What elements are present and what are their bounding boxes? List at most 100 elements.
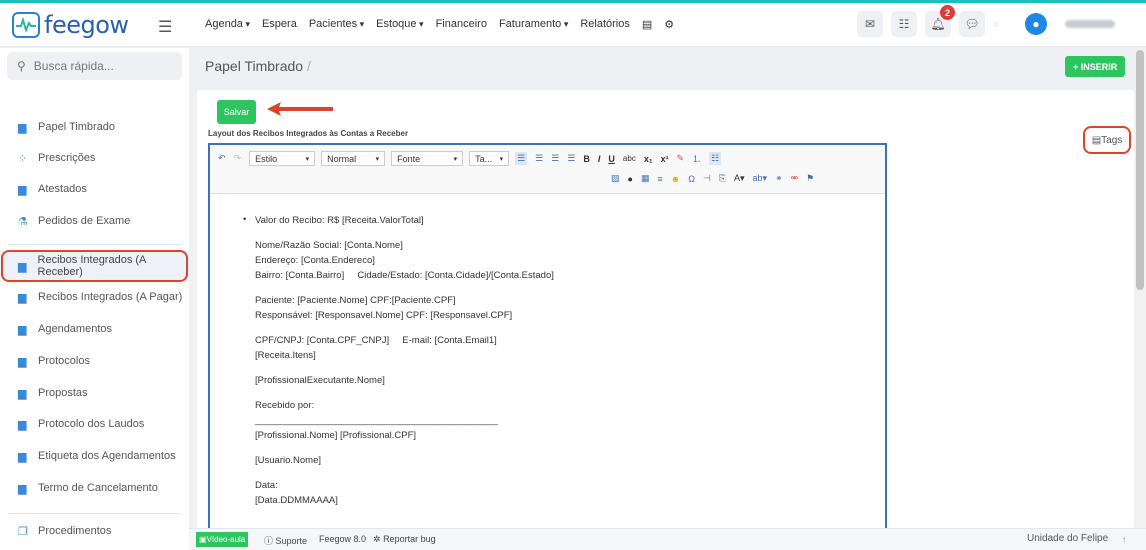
bullet-list-icon[interactable]: ☷ bbox=[709, 152, 722, 165]
flash-icon[interactable]: ● bbox=[628, 174, 633, 184]
align-left-icon[interactable]: ☰ bbox=[515, 152, 528, 165]
document-icon: ▆ bbox=[18, 355, 27, 368]
sidebar-item-papel-timbrado[interactable]: ▆ Papel Timbrado bbox=[0, 112, 189, 142]
sidebar-item-propostas[interactable]: ▆ Propostas bbox=[0, 378, 189, 408]
subscript-button[interactable]: x₁ bbox=[644, 154, 653, 164]
tags-button[interactable]: ▤ Tags bbox=[1083, 126, 1131, 154]
report-bug-link[interactable]: ✲ Reportar bug bbox=[373, 534, 436, 545]
sidebar-divider bbox=[8, 513, 181, 514]
video-tutorial-button[interactable]: ▣ Vídeo-aula bbox=[196, 532, 249, 547]
superscript-button[interactable]: x¹ bbox=[661, 154, 669, 164]
nav-financeiro[interactable]: Financeiro bbox=[436, 18, 487, 31]
editor-content[interactable]: • Valor do Recibo: R$ [Receita.ValorTota… bbox=[210, 195, 885, 532]
sidebar-item-protocolo-laudos[interactable]: ▆ Protocolo dos Laudos bbox=[0, 409, 189, 439]
bg-color-icon[interactable]: ab▾ bbox=[753, 173, 768, 184]
sidebar-item-label: Papel Timbrado bbox=[38, 121, 116, 133]
redo-icon[interactable]: ↷ bbox=[234, 153, 242, 164]
horizontal-line-icon[interactable]: ≡ bbox=[657, 174, 662, 184]
bold-button[interactable]: B bbox=[583, 154, 590, 164]
sidebar-item-etiqueta-agendamentos[interactable]: ▆ Etiqueta dos Agendamentos bbox=[0, 441, 189, 471]
search-placeholder: Busca rápida... bbox=[33, 59, 114, 73]
scrollbar-thumb[interactable] bbox=[1136, 50, 1144, 290]
sidebar-item-termo-cancelamento[interactable]: ▆ Termo de Cancelamento bbox=[0, 473, 189, 503]
document-icon: ▆ bbox=[18, 450, 27, 463]
numbered-list-icon[interactable]: ⒈ bbox=[692, 152, 701, 165]
link-icon[interactable]: ⚭ bbox=[775, 173, 783, 184]
nav-faturamento[interactable]: Faturamento bbox=[499, 18, 568, 31]
unlink-icon[interactable]: ⚮ bbox=[791, 173, 799, 184]
nav-espera[interactable]: Espera bbox=[262, 18, 297, 31]
bell-icon[interactable]: 🔔︎ 2 bbox=[925, 5, 955, 37]
sidebar-item-recibos-pagar[interactable]: ▆ Recibos Integrados (A Pagar) bbox=[0, 282, 189, 312]
support-link[interactable]: ⓘ Suporte bbox=[264, 534, 307, 547]
unit-label[interactable]: Unidade do Felipe bbox=[1027, 533, 1108, 544]
status-dot-icon: ○ bbox=[993, 18, 1000, 30]
help-icon: ⓘ bbox=[264, 536, 274, 546]
insert-button[interactable]: + INSERIR bbox=[1065, 56, 1126, 77]
image-icon[interactable]: ▨ bbox=[611, 173, 620, 184]
nav-estoque[interactable]: Estoque bbox=[376, 18, 423, 31]
brand-name: feegow bbox=[44, 11, 129, 39]
anchor-flag-icon[interactable]: ⚑ bbox=[806, 173, 814, 184]
save-button[interactable]: Salvar bbox=[217, 100, 256, 124]
nav-agenda[interactable]: Agenda bbox=[205, 18, 250, 31]
video-label: Vídeo-aula bbox=[206, 535, 246, 544]
size-select[interactable]: Ta... bbox=[469, 151, 510, 166]
italic-button[interactable]: I bbox=[598, 154, 601, 164]
inbox-icon[interactable]: ✉ bbox=[857, 11, 883, 37]
style-select[interactable]: Estilo bbox=[249, 151, 316, 166]
sidebar-item-protocolos[interactable]: ▆ Protocolos bbox=[0, 346, 189, 376]
quick-search-input[interactable]: ⚲ Busca rápida... bbox=[7, 52, 182, 80]
page-title-text: Papel Timbrado bbox=[205, 58, 304, 74]
table-icon[interactable]: ▦ bbox=[641, 173, 650, 184]
footer-bar: ▣ Vídeo-aula ⓘ Suporte Feegow 8.0 ✲ Repor… bbox=[189, 528, 1146, 550]
scroll-top-icon[interactable]: ↑ bbox=[1115, 531, 1133, 549]
font-select-value: Fonte bbox=[397, 153, 421, 164]
breadcrumb-separator: / bbox=[306, 58, 311, 74]
undo-icon[interactable]: ↶ bbox=[218, 153, 226, 164]
rich-text-editor: ↶ ↷ Estilo Normal Fonte Ta... ☰ ☰ ☰ ☰ B … bbox=[208, 143, 887, 532]
chat-icon[interactable]: 💬︎ bbox=[959, 11, 985, 37]
underline-button[interactable]: U bbox=[608, 154, 615, 164]
editor-line: [Receita.Itens] bbox=[255, 350, 316, 361]
sidebar-item-label: Agendamentos bbox=[38, 323, 112, 335]
editor-line: Endereço: [Conta.Endereco] bbox=[255, 255, 375, 266]
editor-line: Recebido por: bbox=[255, 400, 315, 411]
smiley-icon[interactable]: ☻ bbox=[671, 174, 680, 184]
text-color-icon[interactable]: A▾ bbox=[734, 173, 745, 184]
sidebar-item-label: Procedimentos bbox=[38, 525, 112, 537]
document-icon: ▆ bbox=[18, 387, 27, 400]
sidebar-item-pedidos-exame[interactable]: ⚗ Pedidos de Exame bbox=[0, 206, 189, 236]
sidebar-item-procedimentos[interactable]: ❐ Procedimentos bbox=[0, 516, 189, 546]
tasks-icon[interactable]: ☷ bbox=[891, 11, 917, 37]
content-panel: Salvar Layout dos Recibos Integrados às … bbox=[197, 90, 1134, 532]
strike-button[interactable]: abc bbox=[623, 154, 636, 163]
editor-toolbar: ↶ ↷ Estilo Normal Fonte Ta... ☰ ☰ ☰ ☰ B … bbox=[210, 145, 885, 194]
database-icon[interactable]: ▤ bbox=[642, 18, 652, 31]
nav-relatorios[interactable]: Relatórios bbox=[580, 18, 630, 31]
search-icon: ⚲ bbox=[17, 59, 26, 73]
omega-icon[interactable]: Ω bbox=[688, 174, 695, 184]
bug-label: Reportar bug bbox=[383, 534, 436, 544]
page-break-icon[interactable]: ⊣ bbox=[703, 173, 711, 184]
page-scrollbar[interactable] bbox=[1134, 48, 1146, 528]
font-select[interactable]: Fonte bbox=[391, 151, 464, 166]
iframe-icon[interactable]: ⎘ bbox=[719, 173, 726, 184]
align-right-icon[interactable]: ☰ bbox=[551, 153, 559, 164]
remove-format-icon[interactable]: ✎ bbox=[677, 153, 685, 164]
document-icon: ▆ bbox=[18, 323, 27, 336]
brand-logo[interactable]: feegow bbox=[12, 11, 129, 39]
format-select[interactable]: Normal bbox=[321, 151, 386, 166]
sidebar-item-agendamentos[interactable]: ▆ Agendamentos bbox=[0, 314, 189, 344]
user-avatar[interactable]: ● bbox=[1025, 13, 1048, 35]
user-name-blurred[interactable] bbox=[1065, 20, 1116, 28]
menu-toggle-icon[interactable]: ☰ bbox=[158, 17, 172, 37]
align-justify-icon[interactable]: ☰ bbox=[567, 153, 575, 164]
sidebar-item-atestados[interactable]: ▆ Atestados bbox=[0, 174, 189, 204]
nav-pacientes[interactable]: Pacientes bbox=[309, 18, 364, 31]
bullet-dot: • bbox=[243, 214, 247, 225]
gear-icon[interactable]: ⚙ bbox=[664, 18, 674, 31]
align-center-icon[interactable]: ☰ bbox=[535, 153, 543, 164]
editor-line: Nome/Razão Social: [Conta.Nome] bbox=[255, 240, 403, 251]
sidebar-item-prescricoes[interactable]: ⁘ Prescrições bbox=[0, 143, 189, 173]
